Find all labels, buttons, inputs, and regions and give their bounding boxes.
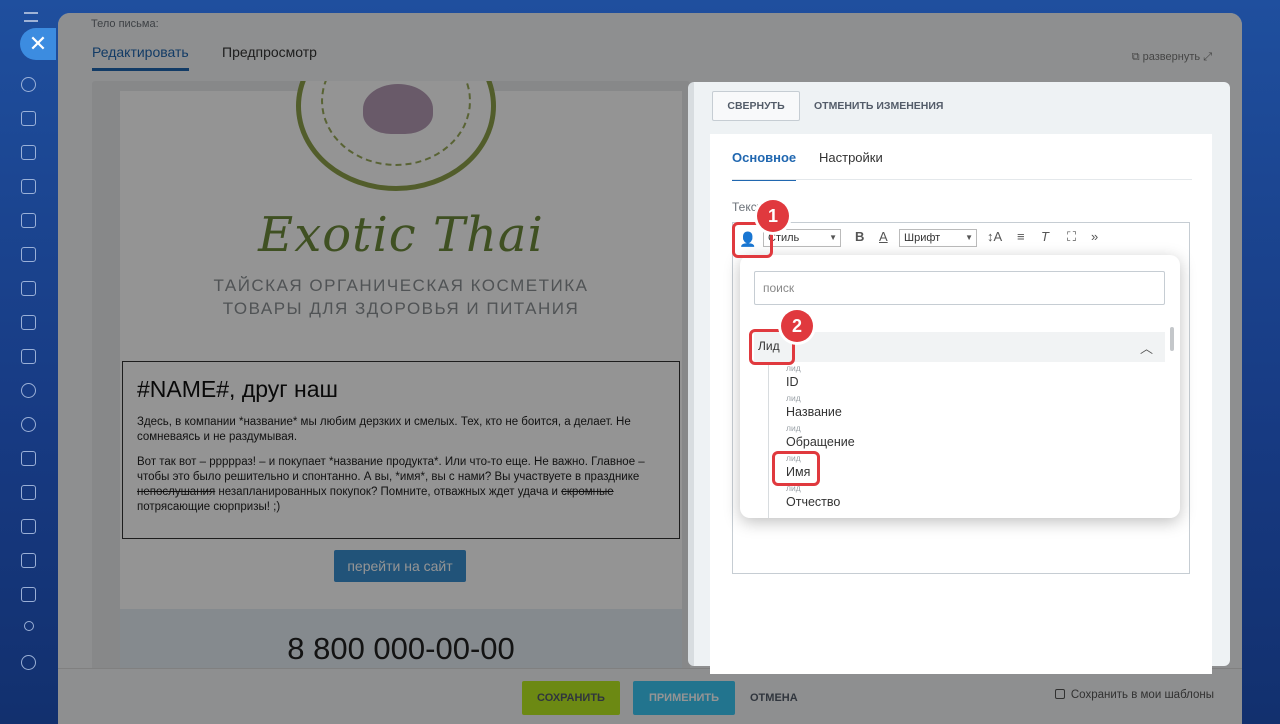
collapse-button[interactable]: СВЕРНУТЬ — [712, 91, 800, 121]
users-icon[interactable] — [21, 383, 36, 398]
font-select-value: Шрифт — [904, 232, 941, 244]
font-size-icon[interactable]: ↕A — [987, 229, 1002, 244]
edit-icon[interactable] — [21, 179, 36, 194]
settings-gear-icon[interactable] — [21, 655, 36, 670]
tab-divider — [732, 179, 1192, 180]
document-icon[interactable] — [21, 145, 36, 160]
clear-format-icon[interactable]: T — [1041, 229, 1049, 244]
font-select[interactable]: Шрифт ▼ — [899, 229, 977, 247]
align-icon[interactable]: ≡ — [1017, 229, 1025, 244]
menu-icon[interactable] — [24, 12, 38, 22]
tree-line — [768, 362, 769, 518]
inbox-icon[interactable] — [21, 315, 36, 330]
field-tag: лид — [786, 393, 801, 403]
annotation-badge-1: 1 — [757, 200, 789, 232]
sidebar-icon[interactable] — [21, 77, 36, 92]
file-icon[interactable] — [21, 281, 36, 296]
annotation-badge-2: 2 — [781, 310, 813, 342]
filter-icon[interactable] — [21, 553, 36, 568]
calendar-icon[interactable] — [21, 213, 36, 228]
tab-settings[interactable]: Настройки — [819, 150, 883, 165]
field-tag: лид — [786, 423, 801, 433]
search-input[interactable]: поиск — [754, 271, 1165, 305]
more-icon[interactable]: » — [1091, 229, 1098, 244]
text-color-icon[interactable]: A — [879, 229, 888, 244]
group-lead[interactable]: Лид ︿ — [754, 332, 1165, 362]
target-icon[interactable] — [21, 417, 36, 432]
chevron-up-icon[interactable]: ︿ — [1140, 338, 1153, 357]
checkbox-icon[interactable] — [21, 519, 36, 534]
field-item-name[interactable]: Название — [786, 405, 842, 419]
database-icon[interactable] — [21, 451, 36, 466]
tab-main[interactable]: Основное — [732, 150, 797, 181]
field-item-middlename[interactable]: Отчество — [786, 495, 840, 509]
field-item-id[interactable]: ID — [786, 375, 799, 389]
screen-icon[interactable] — [21, 485, 36, 500]
cart-icon[interactable] — [21, 587, 36, 602]
annotation-box-3 — [772, 451, 820, 486]
left-sidebar: ✕ — [0, 0, 58, 724]
contacts-icon[interactable] — [21, 247, 36, 262]
chevron-down-icon: ▼ — [829, 233, 837, 242]
bold-icon[interactable]: B — [855, 229, 864, 244]
chat-icon[interactable] — [21, 111, 36, 126]
field-item-salutation[interactable]: Обращение — [786, 435, 855, 449]
chevron-down-icon: ▼ — [965, 233, 973, 242]
close-slider-button[interactable]: ✕ — [20, 28, 56, 60]
undo-changes-button[interactable]: ОТМЕНИТЬ ИЗМЕНЕНИЯ — [814, 91, 943, 121]
mail-icon[interactable] — [21, 349, 36, 364]
scrollbar[interactable] — [1170, 327, 1174, 351]
fullscreen-icon[interactable]: ⛶ — [1067, 229, 1076, 245]
arrow-icon[interactable] — [24, 621, 34, 631]
